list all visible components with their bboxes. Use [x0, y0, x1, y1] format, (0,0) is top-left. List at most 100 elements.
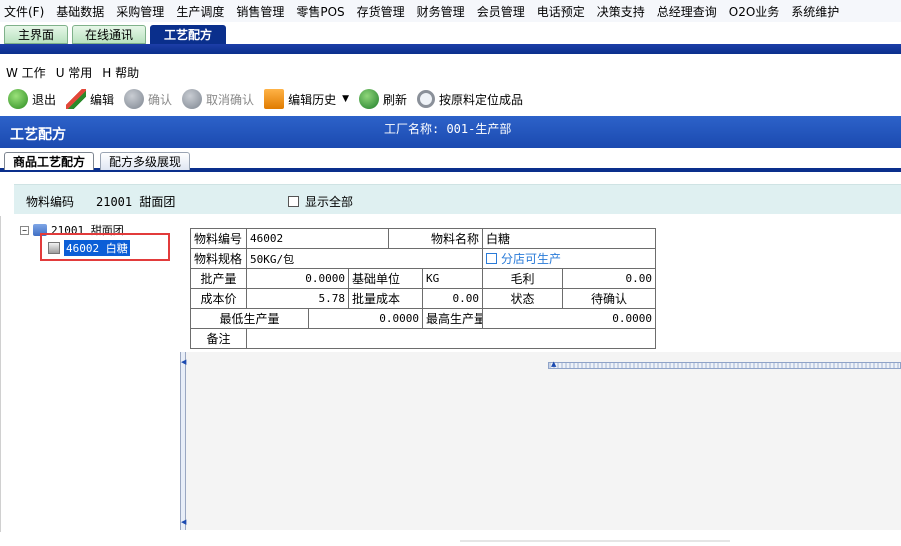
material-code-field-label: 物料编号: [190, 228, 247, 249]
confirm-icon: [124, 89, 145, 109]
menu-inventory[interactable]: 存货管理: [357, 3, 405, 20]
vertical-splitter[interactable]: ◀ ◀: [180, 352, 186, 530]
page-header: 工艺配方 工厂名称: 001-生产部: [0, 116, 901, 148]
cancel-confirm-button[interactable]: 取消确认: [182, 89, 260, 109]
tab-main[interactable]: 主界面: [4, 25, 68, 44]
base-unit-field[interactable]: KG: [421, 268, 484, 289]
edit-label: 编辑: [90, 92, 115, 107]
menu-file[interactable]: 文件(F): [4, 3, 44, 20]
status-divider: [460, 540, 730, 542]
remark-label: 备注: [190, 328, 247, 349]
window-tabstrip: 主界面 在线通讯 工艺配方: [0, 22, 901, 44]
main-menubar: 文件(F) 基础数据 采购管理 生产调度 销售管理 零售POS 存货管理 财务管…: [0, 0, 901, 22]
gross-profit-field[interactable]: 0.00: [562, 268, 657, 289]
toolbar: 退出 编辑 确认 取消确认 编辑历史 ▼ 刷新 按原料定位成品: [0, 86, 901, 112]
submenu-work[interactable]: W 工作: [6, 64, 46, 81]
collapse-icon[interactable]: −: [20, 225, 29, 235]
spec-field[interactable]: 50KG/包: [245, 248, 484, 269]
refresh-button[interactable]: 刷新: [359, 89, 413, 109]
locate-label: 按原料定位成品: [439, 92, 524, 107]
menu-gm-query[interactable]: 总经理查询: [657, 3, 717, 20]
confirm-button[interactable]: 确认: [124, 89, 178, 109]
tab-product-recipe[interactable]: 商品工艺配方: [4, 152, 95, 170]
menu-finance[interactable]: 财务管理: [417, 3, 465, 20]
material-name-field-label: 物料名称: [387, 228, 484, 249]
batch-cost-label: 批量成本: [348, 288, 423, 309]
remark-field[interactable]: [245, 328, 657, 349]
status-field: 待确认: [562, 288, 657, 309]
recipe-tree: − 21001 甜面团 46002 白糖: [20, 222, 180, 532]
cost-price-field[interactable]: 5.78: [246, 288, 349, 309]
menu-basic-data[interactable]: 基础数据: [56, 3, 104, 20]
store-produce-label: 分店可生产: [501, 252, 562, 266]
material-detail-form: 物料编号 46002 物料名称 白糖 物料规格 50KG/包 分店可生产 批产量…: [190, 228, 657, 349]
menu-o2o[interactable]: O2O业务: [729, 3, 780, 20]
menu-decision[interactable]: 决策支持: [597, 3, 645, 20]
splitter-arrow-bottom-icon: ◀: [181, 518, 187, 526]
exit-label: 退出: [32, 92, 57, 107]
tab-underline: [0, 44, 901, 54]
confirm-label: 确认: [148, 92, 173, 107]
cost-price-label: 成本价: [190, 288, 247, 309]
factory-name: 工厂名称: 001-生产部: [384, 122, 512, 136]
left-divider: [0, 216, 1, 532]
material-code-field[interactable]: 46002: [246, 228, 389, 249]
batch-qty-field[interactable]: 0.0000: [246, 268, 349, 289]
batch-cost-field[interactable]: 0.00: [421, 288, 484, 309]
exit-button[interactable]: 退出: [8, 89, 62, 109]
inner-tabstrip: 商品工艺配方 配方多级展现: [0, 150, 901, 172]
page-title: 工艺配方: [10, 127, 66, 143]
exit-icon: [8, 89, 28, 109]
locate-by-material-button[interactable]: 按原料定位成品: [417, 90, 529, 108]
scroll-up-icon: ▲: [551, 360, 557, 368]
max-prod-label: 最高生产量: [421, 308, 484, 329]
tab-process-recipe[interactable]: 工艺配方: [150, 25, 226, 44]
pencil-icon: [66, 89, 87, 109]
menu-phone-order[interactable]: 电话预定: [537, 3, 585, 20]
status-label: 状态: [482, 288, 564, 309]
store-produce-checkbox[interactable]: 分店可生产: [482, 248, 657, 269]
checkbox-icon: [288, 196, 299, 207]
min-prod-label: 最低生产量: [190, 308, 309, 329]
sub-menubar: W 工作 U 常用 H 帮助: [0, 62, 901, 82]
material-code-value: 21001 甜面团: [96, 195, 176, 209]
edit-history-label: 编辑历史: [288, 92, 337, 107]
menu-retail-pos[interactable]: 零售POS: [296, 3, 344, 20]
material-detail-table: 物料编号 46002 物料名称 白糖 物料规格 50KG/包 分店可生产 批产量…: [190, 228, 657, 349]
horizontal-scrollbar[interactable]: ▲: [548, 360, 901, 369]
batch-qty-label: 批产量: [190, 268, 247, 289]
show-all-checkbox[interactable]: 显示全部: [288, 193, 353, 210]
tab-online-chat[interactable]: 在线通讯: [72, 25, 146, 44]
submenu-help[interactable]: H 帮助: [102, 64, 139, 81]
filter-bar: 物料编码 21001 甜面团 显示全部: [14, 184, 901, 214]
material-name-field[interactable]: 白糖: [482, 228, 657, 249]
detail-lower-pane: [186, 352, 901, 530]
edit-button[interactable]: 编辑: [66, 89, 120, 109]
history-icon: [264, 89, 285, 109]
cancel-confirm-label: 取消确认: [206, 92, 255, 107]
edit-history-button[interactable]: 编辑历史 ▼: [264, 89, 355, 109]
spec-field-label: 物料规格: [190, 248, 247, 269]
gross-profit-label: 毛利: [482, 268, 564, 289]
tree-node-selected[interactable]: 46002 白糖: [40, 233, 170, 261]
checkbox-icon: [486, 253, 498, 264]
tree-child-label: 46002 白糖: [64, 240, 130, 256]
magnifier-icon: [417, 90, 436, 108]
tab-multi-level-recipe[interactable]: 配方多级展现: [100, 152, 191, 170]
material-code-label: 物料编码: [26, 195, 75, 209]
submenu-common[interactable]: U 常用: [56, 64, 93, 81]
material-icon: [48, 242, 60, 254]
menu-purchase[interactable]: 采购管理: [116, 3, 164, 20]
refresh-label: 刷新: [383, 92, 408, 107]
base-unit-label: 基础单位: [348, 268, 423, 289]
min-prod-field[interactable]: 0.0000: [308, 308, 423, 329]
chevron-down-icon[interactable]: ▼: [342, 94, 349, 104]
refresh-icon: [359, 89, 379, 109]
menu-member[interactable]: 会员管理: [477, 3, 525, 20]
menu-system[interactable]: 系统维护: [791, 3, 839, 20]
cancel-confirm-icon: [182, 89, 203, 109]
max-prod-field[interactable]: 0.0000: [482, 308, 657, 329]
menu-production[interactable]: 生产调度: [176, 3, 224, 20]
show-all-label: 显示全部: [305, 195, 354, 209]
menu-sales[interactable]: 销售管理: [236, 3, 284, 20]
